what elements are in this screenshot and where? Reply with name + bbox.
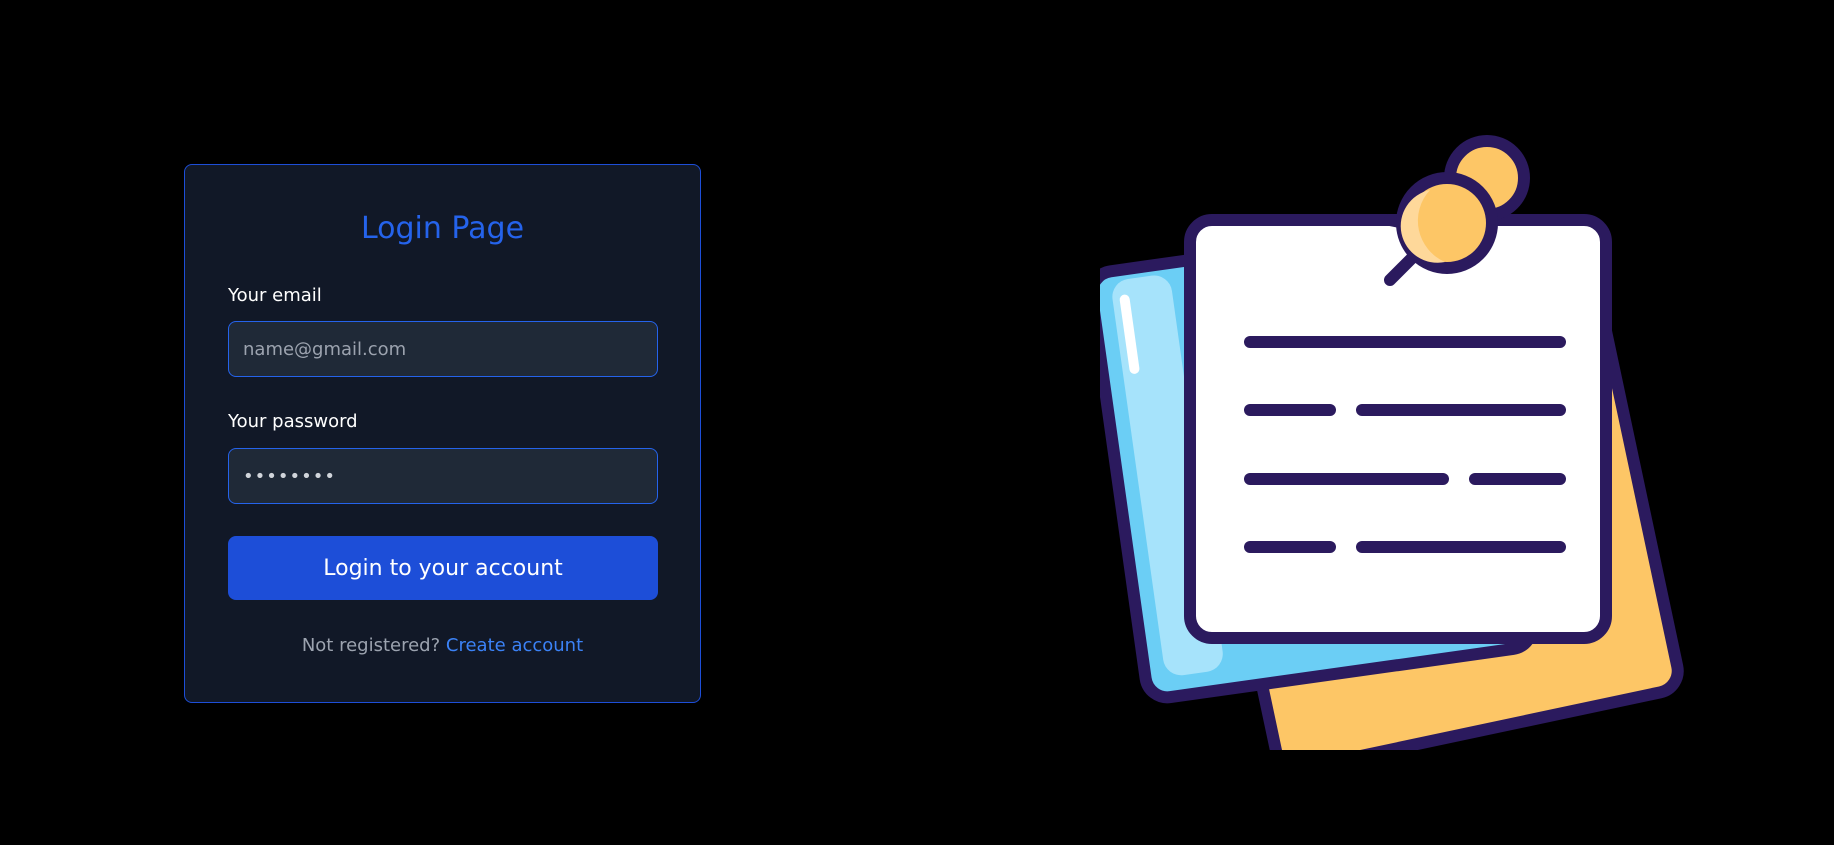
email-field[interactable] bbox=[228, 321, 658, 377]
page: Login Page Your email Your password Logi… bbox=[0, 0, 1834, 845]
password-label: Your password bbox=[228, 411, 358, 432]
email-label: Your email bbox=[228, 285, 322, 306]
sticky-notes-icon bbox=[1085, 135, 1684, 775]
password-field[interactable] bbox=[228, 448, 658, 504]
white-note-shape bbox=[1184, 214, 1612, 644]
register-row: Not registered? Create account bbox=[185, 635, 700, 656]
login-form: Login Page Your email Your password Logi… bbox=[184, 164, 701, 703]
page-title: Login Page bbox=[360, 211, 525, 246]
register-prompt: Not registered? bbox=[301, 635, 441, 656]
sticky-notes-illustration bbox=[1085, 130, 1700, 775]
create-account-link[interactable]: Create account bbox=[446, 635, 583, 656]
login-button[interactable]: Login to your account bbox=[228, 536, 658, 600]
